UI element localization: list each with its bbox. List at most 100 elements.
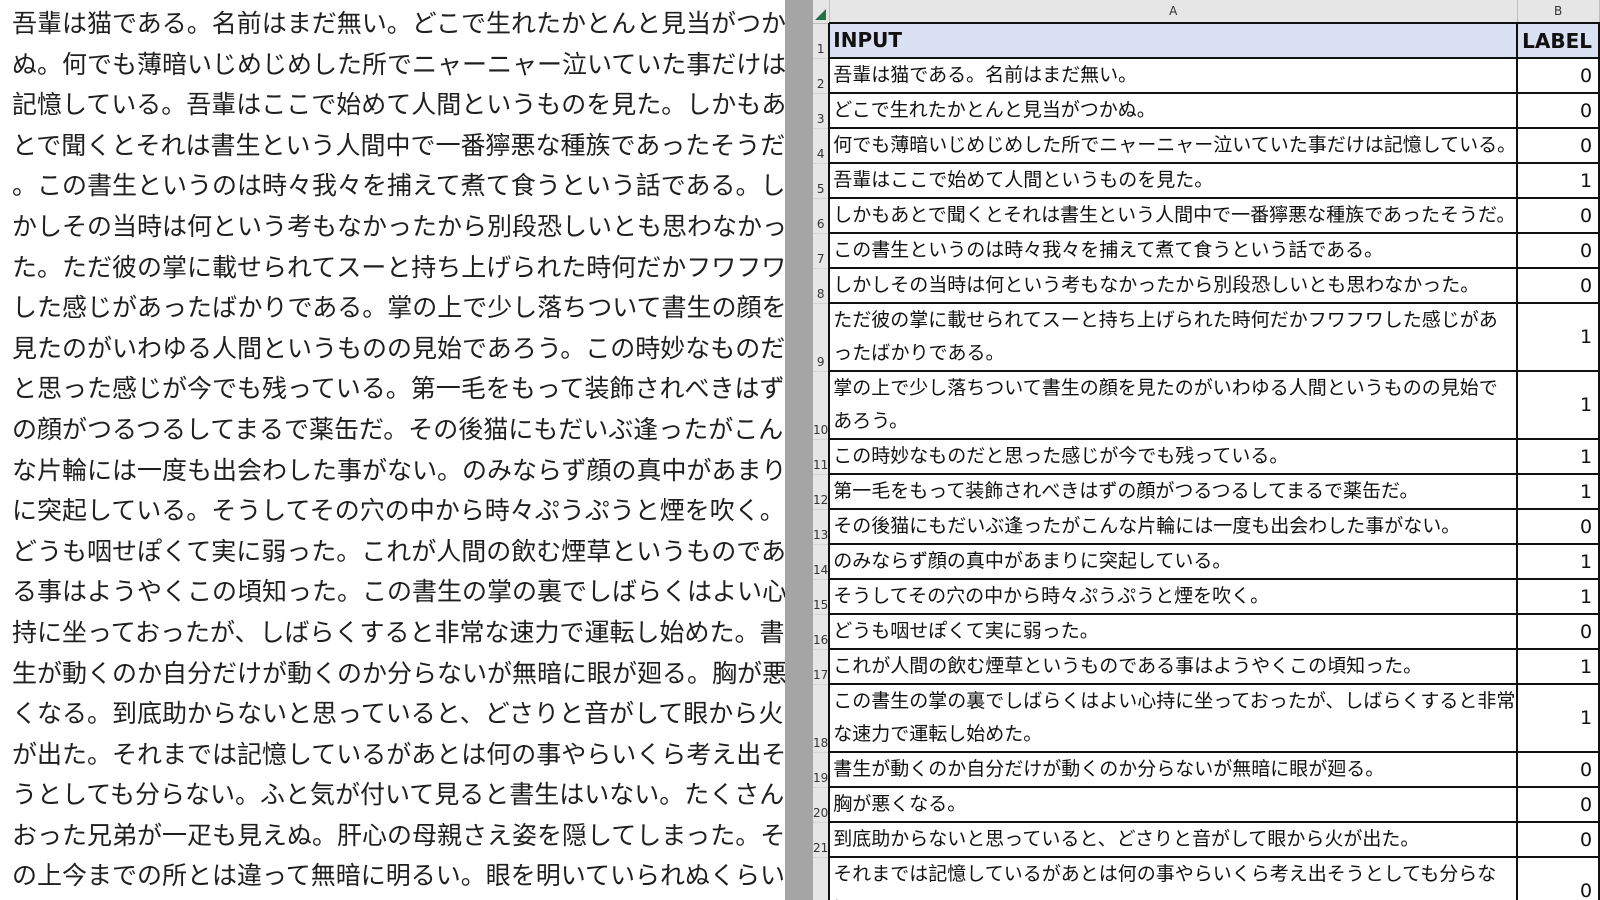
cell-label[interactable]: 0 (1517, 198, 1600, 234)
row-header[interactable]: 18 (813, 684, 830, 753)
table-row: 17 これが人間の飲む煙草というものである事はようやくこの頃知った。 1 (813, 649, 1600, 685)
table-row: 3 どこで生れたかとんと見当がつかぬ。 0 (813, 93, 1600, 129)
cell-label[interactable]: 1 (1517, 684, 1600, 753)
cell-input[interactable]: 胸が悪くなる。 (828, 787, 1519, 823)
cell-input[interactable]: 書生が動くのか自分だけが動くのか分らないが無暗に眼が廻る。 (828, 752, 1519, 788)
row-header[interactable]: 16 (813, 614, 830, 650)
text-line: が出た。それまでは記憶しているがあとは何の事やらいくら考え出そ (12, 739, 785, 769)
cell-input[interactable]: 掌の上で少し落ちついて書生の顔を見たのがいわゆる人間というものの見始であろう。 (828, 371, 1519, 440)
table-row: 2 吾輩は猫である。名前はまだ無い。 0 (813, 58, 1600, 94)
table-row: 6 しかもあとで聞くとそれは書生という人間中で一番獰悪な種族であったそうだ。 0 (813, 198, 1600, 234)
text-line: た。ただ彼の掌に載せられてスーと持ち上げられた時何だかフワフワ (12, 252, 785, 282)
select-all-corner[interactable] (813, 0, 830, 24)
cell-label[interactable]: 0 (1517, 93, 1600, 129)
table-row: 10 掌の上で少し落ちついて書生の顔を見たのがいわゆる人間というものの見始であろう… (813, 371, 1600, 440)
text-line: の顔がつるつるしてまるで薬缶だ。その後猫にもだいぶ逢ったがこん (12, 414, 784, 444)
row-header[interactable]: 6 (813, 198, 830, 234)
row-header[interactable]: 20 (813, 787, 830, 823)
row-header[interactable]: 4 (813, 128, 830, 164)
row-header[interactable]: 14 (813, 544, 830, 580)
row-header[interactable]: 2 (813, 58, 830, 94)
cell-input[interactable]: 何でも薄暗いじめじめした所でニャーニャー泣いていた事だけは記憶している。 (828, 128, 1519, 164)
table-row: 7 この書生というのは時々我々を捕えて煮て食うという話である。 0 (813, 233, 1600, 269)
text-line: した感じがあったばかりである。掌の上で少し落ちついて書生の顔を (12, 293, 785, 323)
row-header[interactable]: 19 (813, 752, 830, 788)
cell-label[interactable]: 0 (1517, 752, 1600, 788)
text-line: 記憶している。吾輩はここで始めて人間というものを見た。しかもあ (12, 90, 785, 120)
row-header[interactable]: 5 (813, 163, 830, 199)
cell-label[interactable]: 1 (1517, 163, 1600, 199)
row-header[interactable]: 7 (813, 233, 830, 269)
text-line: どうも咽せぽくて実に弱った。これが人間の飲む煙草というものであ (12, 536, 785, 566)
spreadsheet[interactable]: A B 1 INPUT LABEL 2 吾輩は猫である。名前はまだ無い。 0 3 どこで… (813, 0, 1600, 900)
cell-label[interactable]: 0 (1517, 233, 1600, 269)
cell-label[interactable]: 0 (1517, 268, 1600, 304)
column-header-b[interactable]: B (1517, 0, 1600, 24)
text-line: の上今までの所とは違って無暗に明るい。眼を明いていられぬくらい (12, 861, 785, 891)
row-header[interactable]: 22 (813, 857, 830, 900)
text-line: 持に坐っておったが、しばらくすると非常な速力で運転し始めた。書 (12, 617, 785, 647)
text-line: と思った感じが今でも残っている。第一毛をもって装飾されべきはず (12, 374, 785, 404)
row-header[interactable]: 21 (813, 822, 830, 858)
table-row: 15 そうしてその穴の中から時々ぷうぷうと煙を吹く。 1 (813, 579, 1600, 615)
table-row: 8 しかしその当時は何という考もなかったから別段恐しいとも思わなかった。 0 (813, 268, 1600, 304)
cell-input[interactable]: そうしてその穴の中から時々ぷうぷうと煙を吹く。 (828, 579, 1519, 615)
cell-input[interactable]: その後猫にもだいぶ逢ったがこんな片輪には一度も出会わした事がない。 (828, 509, 1519, 545)
cell-label[interactable]: 1 (1517, 439, 1600, 475)
row-header[interactable]: 12 (813, 474, 830, 510)
table-row: 18 この書生の掌の裏でしばらくはよい心持に坐っておったが、しばらくすると非常な速… (813, 684, 1600, 753)
cell-input[interactable]: この書生というのは時々我々を捕えて煮て食うという話である。 (828, 233, 1519, 269)
cell-label[interactable]: 0 (1517, 857, 1600, 900)
table-row: 21 到底助からないと思っていると、どさりと音がして眼から火が出た。 0 (813, 822, 1600, 858)
cell-label[interactable]: 1 (1517, 649, 1600, 685)
column-header-a[interactable]: A (829, 0, 1518, 24)
cell-label[interactable]: 1 (1517, 474, 1600, 510)
row-header[interactable]: 3 (813, 93, 830, 129)
cell-input[interactable]: 到底助からないと思っていると、どさりと音がして眼から火が出た。 (828, 822, 1519, 858)
text-line: くなる。到底助からないと思っていると、どさりと音がして眼から火 (12, 699, 784, 729)
text-line: に突起している。そうしてその穴の中から時々ぷうぷうと煙を吹く。 (12, 496, 785, 526)
cell-label[interactable]: 0 (1517, 614, 1600, 650)
row-header[interactable]: 10 (813, 371, 830, 440)
select-all-triangle-icon (814, 8, 826, 20)
cell-input[interactable]: この書生の掌の裏でしばらくはよい心持に坐っておったが、しばらくすると非常な速力で… (828, 684, 1519, 753)
row-header[interactable]: 11 (813, 439, 830, 475)
cell-input[interactable]: これが人間の飲む煙草というものである事はようやくこの頃知った。 (828, 649, 1519, 685)
text-line: る事はようやくこの頃知った。この書生の掌の裏でしばらくはよい心 (12, 577, 785, 607)
cell-label[interactable]: 1 (1517, 371, 1600, 440)
cell-input[interactable]: 吾輩は猫である。名前はまだ無い。 (828, 58, 1519, 94)
cell-input[interactable]: のみならず顔の真中があまりに突起している。 (828, 544, 1519, 580)
cell-input[interactable]: 第一毛をもって装飾されべきはずの顔がつるつるしてまるで薬缶だ。 (828, 474, 1519, 510)
header-cell-label[interactable]: LABEL (1517, 22, 1600, 59)
cell-label[interactable]: 1 (1517, 579, 1600, 615)
cell-input[interactable]: どこで生れたかとんと見当がつかぬ。 (828, 93, 1519, 129)
row-header[interactable]: 13 (813, 509, 830, 545)
text-line: 吾輩は猫である。名前はまだ無い。どこで生れたかとんと見当がつか (12, 9, 785, 38)
cell-label[interactable]: 0 (1517, 509, 1600, 545)
cell-label[interactable]: 1 (1517, 544, 1600, 580)
table-row: 5 吾輩はここで始めて人間というものを見た。 1 (813, 163, 1600, 199)
cell-input[interactable]: 吾輩はここで始めて人間というものを見た。 (828, 163, 1519, 199)
text-line: かしその当時は何という考もなかったから別段恐しいとも思わなかっ (12, 211, 785, 241)
row-header[interactable]: 15 (813, 579, 830, 615)
table-row: 20 胸が悪くなる。 0 (813, 787, 1600, 823)
row-header[interactable]: 1 (813, 23, 830, 59)
row-header[interactable]: 9 (813, 303, 830, 372)
header-cell-input[interactable]: INPUT (828, 22, 1519, 59)
cell-input[interactable]: しかしその当時は何という考もなかったから別段恐しいとも思わなかった。 (828, 268, 1519, 304)
row-header[interactable]: 17 (813, 649, 830, 685)
table-row: 22それまでは記憶しているがあとは何の事やらいくら考え出そうとしても分らない。0 (813, 857, 1600, 900)
cell-label[interactable]: 0 (1517, 58, 1600, 94)
row-header[interactable]: 8 (813, 268, 830, 304)
text-line: うとしても分らない。ふと気が付いて見ると書生はいない。たくさん (12, 780, 785, 810)
cell-label[interactable]: 0 (1517, 822, 1600, 858)
cell-input[interactable]: どうも咽せぽくて実に弱った。 (828, 614, 1519, 650)
cell-label[interactable]: 0 (1517, 787, 1600, 823)
cell-input[interactable]: この時妙なものだと思った感じが今でも残っている。 (828, 439, 1519, 475)
cell-input[interactable]: ただ彼の掌に載せられてスーと持ち上げられた時何だかフワフワした感じがあったばかり… (828, 303, 1519, 372)
cell-label[interactable]: 1 (1517, 303, 1600, 372)
cell-input[interactable]: それまでは記憶しているがあとは何の事やらいくら考え出そうとしても分らない。 (828, 857, 1519, 900)
text-line: 。この書生というのは時々我々を捕えて煮て食うという話である。し (12, 171, 785, 201)
cell-label[interactable]: 0 (1517, 128, 1600, 164)
cell-input[interactable]: しかもあとで聞くとそれは書生という人間中で一番獰悪な種族であったそうだ。 (828, 198, 1519, 234)
